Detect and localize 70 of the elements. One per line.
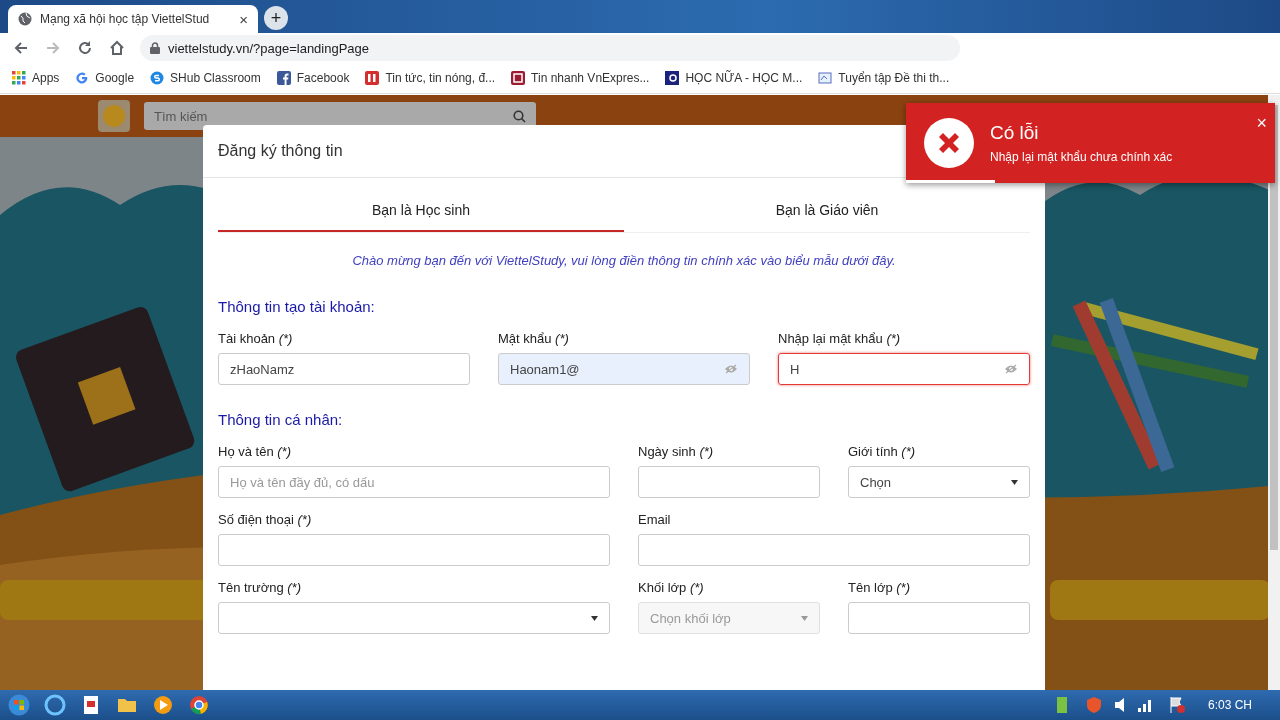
role-tab[interactable]: Bạn là Giáo viên <box>624 190 1030 232</box>
field-label: Tên trường (*) <box>218 580 302 595</box>
browser-icon[interactable] <box>44 694 66 716</box>
field-label: Khối lớp (*) <box>638 580 705 595</box>
globe-icon <box>18 12 32 26</box>
text-field[interactable]: zHaoNamz <box>218 353 470 385</box>
field-value: Haonam1@ <box>510 361 580 377</box>
bookmark[interactable]: Facebook <box>276 71 350 85</box>
caret-icon <box>1011 479 1018 485</box>
bookmark[interactable]: Tin nhanh VnExpres... <box>511 71 650 85</box>
field-label: Tài khoản (*) <box>218 331 294 346</box>
chrome-icon[interactable] <box>188 694 210 716</box>
password-field[interactable]: Haonam1@ <box>498 353 750 385</box>
section-title: Thông tin cá nhân: <box>218 411 344 428</box>
google-icon <box>75 71 90 85</box>
field-value: Chọn <box>860 474 892 490</box>
start-button[interactable] <box>8 694 30 716</box>
role-tab[interactable]: Bạn là Học sinh <box>218 190 624 232</box>
text-field[interactable] <box>848 602 1030 634</box>
bookmark[interactable]: SHub Classroom <box>150 71 261 85</box>
text-field[interactable] <box>218 534 610 566</box>
search-icon <box>513 109 526 123</box>
caret-icon <box>801 615 808 621</box>
bookmark[interactable]: Tin tức, tin nóng, đ... <box>365 71 496 85</box>
dialog-title: Đăng ký thông tin <box>218 142 343 160</box>
text-field[interactable] <box>638 466 820 498</box>
select-field[interactable] <box>218 602 610 634</box>
reload-icon[interactable] <box>76 39 94 57</box>
intro-text: Chào mừng bạn đến với ViettelStudy, vui lòng điền thông tin chính xác vào biểu mẫu dưới đây. <box>351 253 897 268</box>
address-bar[interactable]: viettelstudy.vn/?page=landingPage <box>140 35 960 61</box>
apps-icon <box>12 71 26 85</box>
field-label: Nhập lại mật khẩu (*) <box>778 331 902 346</box>
field-label: Ngày sinh (*) <box>638 444 715 459</box>
placeholder-text: Chọn khối lớp <box>650 610 731 626</box>
field-value: H <box>790 361 800 377</box>
field-label: Số điện thoại (*) <box>218 512 313 527</box>
lock-icon <box>150 42 160 54</box>
password-field[interactable]: H <box>778 353 1030 385</box>
browser-tab[interactable]: Mạng xã hội học tập ViettelStud × <box>8 5 258 33</box>
toast-message: Nhập lại mật khẩu chưa chính xác <box>990 150 1173 164</box>
select-field[interactable]: Chọn <box>848 466 1030 498</box>
news-icon <box>365 71 380 85</box>
field-label: Họ và tên (*) <box>218 444 292 459</box>
document-icon <box>818 71 833 85</box>
speaker-icon <box>1114 698 1124 712</box>
scrollbar[interactable] <box>1268 95 1280 690</box>
placeholder-text: Họ và tên đầy đủ, có dấu <box>230 474 375 490</box>
close-button[interactable]: × <box>1256 113 1267 134</box>
clock: 6:03 CH <box>1207 698 1252 712</box>
bookmark[interactable]: Apps <box>12 71 60 85</box>
error-icon <box>924 118 974 168</box>
field-label: Tên lớp (*) <box>848 580 911 595</box>
bookmark[interactable]: Google <box>75 71 135 85</box>
field-value: zHaoNamz <box>230 361 295 377</box>
caret-icon <box>591 615 598 621</box>
field-label: Giới tính (*) <box>848 444 917 459</box>
home-icon[interactable] <box>108 39 126 57</box>
bookmark[interactable]: Tuyển tập Đề thi th... <box>818 71 950 85</box>
field-label: Email <box>638 512 672 527</box>
section-title: Thông tin tạo tài khoản: <box>218 298 376 315</box>
field-label: Mật khẩu (*) <box>498 331 570 346</box>
text-field[interactable] <box>638 534 1030 566</box>
media-player-icon[interactable] <box>152 694 174 716</box>
bookmark[interactable]: HỌC NỮA - HỌC M... <box>665 71 803 85</box>
toast-title: Có lỗi <box>990 122 1039 144</box>
close-icon[interactable]: × <box>239 10 248 28</box>
news-icon <box>511 71 526 85</box>
new-tab-button[interactable]: + <box>264 6 288 30</box>
facebook-icon <box>276 71 291 85</box>
logo-icon <box>98 100 130 132</box>
